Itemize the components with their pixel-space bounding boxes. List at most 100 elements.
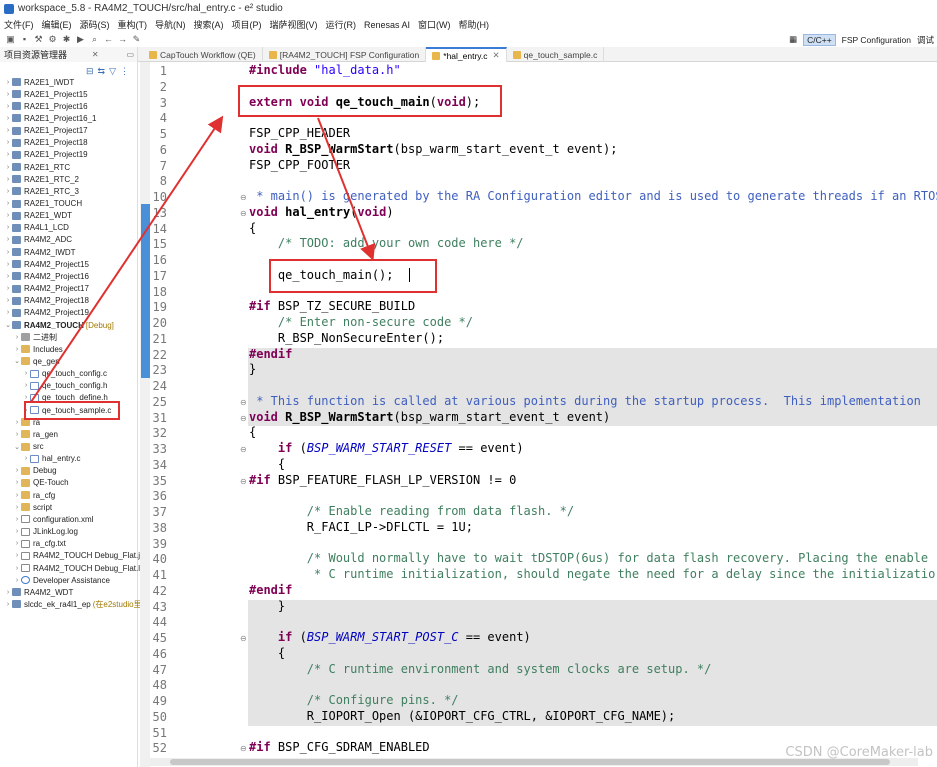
- fold-icon[interactable]: ⊖: [240, 193, 247, 202]
- chevron-right-icon[interactable]: ›: [4, 164, 12, 171]
- tree-item[interactable]: › slcdc_ek_ra4l1_ep (在e2studio里: [0, 598, 142, 610]
- code-line[interactable]: /* Enable reading from data flash. */: [249, 503, 574, 519]
- chevron-right-icon[interactable]: ›: [4, 285, 12, 292]
- save-icon[interactable]: ▪: [20, 34, 29, 44]
- close-icon[interactable]: ✕: [92, 50, 99, 59]
- tree-item[interactable]: › ra_cfg.txt: [0, 538, 66, 550]
- code-line[interactable]: if (BSP_WARM_START_RESET == event): [249, 440, 524, 456]
- fold-icon[interactable]: ⊖: [240, 398, 247, 407]
- filter-icon[interactable]: ▽: [109, 66, 116, 77]
- forward-icon[interactable]: →: [118, 34, 127, 44]
- code-editor[interactable]: 1 #include "hal_data.h" 2 3 extern void qe_t…: [150, 62, 937, 767]
- chevron-right-icon[interactable]: ›: [13, 516, 21, 523]
- back-icon[interactable]: ←: [104, 34, 113, 44]
- tree-item[interactable]: › RA4M2_ADC: [0, 234, 72, 246]
- settings-icon[interactable]: ⚙: [48, 34, 57, 44]
- code-line[interactable]: void R_BSP_WarmStart(bsp_warm_start_even…: [249, 141, 617, 157]
- code-line[interactable]: /* C runtime environment and system cloc…: [249, 661, 712, 677]
- tree-item[interactable]: › RA4M2_Project18: [0, 295, 89, 307]
- chevron-right-icon[interactable]: ›: [13, 565, 21, 572]
- collapse-all-icon[interactable]: ⊟: [86, 66, 94, 77]
- scrollbar-thumb[interactable]: [170, 759, 890, 765]
- tree-item[interactable]: › RA2E1_IWDT: [0, 76, 74, 88]
- chevron-right-icon[interactable]: ›: [4, 151, 12, 158]
- tree-item[interactable]: › RA4L1_LCD: [0, 222, 69, 234]
- code-line[interactable]: #if BSP_CFG_SDRAM_ENABLED: [249, 739, 430, 755]
- tree-item[interactable]: › qe_touch_config.c: [0, 368, 107, 380]
- chevron-right-icon[interactable]: ›: [4, 79, 12, 86]
- build-icon[interactable]: ⚒: [34, 34, 43, 44]
- tree-item[interactable]: › RA2E1_Project17: [0, 125, 88, 137]
- code-line[interactable]: R_BSP_NonSecureEnter();: [249, 330, 444, 346]
- close-tab-icon[interactable]: ✕: [493, 50, 500, 61]
- chevron-right-icon[interactable]: ›: [4, 200, 12, 207]
- code-line[interactable]: {: [249, 645, 285, 661]
- code-line[interactable]: /* TODO: add your own code here */: [249, 235, 524, 251]
- code-line[interactable]: void hal_entry(void): [249, 204, 394, 220]
- tree-item[interactable]: › Developer Assistance: [0, 574, 110, 586]
- minimize-icon[interactable]: ▭: [126, 50, 134, 59]
- chevron-right-icon[interactable]: ›: [13, 419, 21, 426]
- chevron-right-icon[interactable]: ›: [13, 479, 21, 486]
- tree-item[interactable]: › ra_cfg: [0, 489, 55, 501]
- code-line[interactable]: /* Would normally have to wait tDSTOP(6u…: [249, 550, 928, 566]
- chevron-down-icon[interactable]: ⌄: [13, 357, 21, 365]
- fold-icon[interactable]: ⊖: [240, 744, 247, 753]
- code-line[interactable]: * C runtime initialization, should negat…: [249, 566, 935, 582]
- menu-item[interactable]: 编辑(E): [42, 18, 72, 31]
- fold-icon[interactable]: ⊖: [240, 634, 247, 643]
- chevron-right-icon[interactable]: ›: [4, 127, 12, 134]
- code-line[interactable]: FSP_CPP_FOOTER: [249, 157, 350, 173]
- code-line[interactable]: R_FACI_LP->DFLCTL = 1U;: [249, 519, 473, 535]
- editor-tab[interactable]: [RA4M2_TOUCH] FSP Configuration: [263, 47, 427, 62]
- project-explorer-tab[interactable]: 项目资源管理器 ✕ ▭: [0, 47, 138, 62]
- menu-item[interactable]: 瑞萨视图(V): [270, 18, 318, 31]
- tree-item[interactable]: › JLinkLog.log: [0, 526, 78, 538]
- chevron-right-icon[interactable]: ›: [4, 309, 12, 316]
- chevron-right-icon[interactable]: ›: [4, 589, 12, 596]
- editor-tab[interactable]: qe_touch_sample.c: [507, 47, 605, 62]
- menu-item[interactable]: 运行(R): [326, 18, 357, 31]
- code-line[interactable]: * main() is generated by the RA Configur…: [249, 188, 937, 204]
- tree-item[interactable]: › RA4M2_WDT: [0, 586, 74, 598]
- tree-item[interactable]: › RA2E1_WDT: [0, 210, 72, 222]
- code-line[interactable]: * This function is called at various poi…: [249, 393, 921, 409]
- chevron-right-icon[interactable]: ›: [4, 176, 12, 183]
- tree-item[interactable]: › Includes: [0, 343, 63, 355]
- link-editor-icon[interactable]: ⇆: [98, 66, 106, 77]
- chevron-down-icon[interactable]: ⌄: [13, 443, 21, 451]
- tree-item[interactable]: › RA4M2_Project19: [0, 307, 89, 319]
- chevron-right-icon[interactable]: ›: [22, 382, 30, 389]
- chevron-right-icon[interactable]: ›: [13, 492, 21, 499]
- code-line[interactable]: void R_BSP_WarmStart(bsp_warm_start_even…: [249, 409, 610, 425]
- code-line[interactable]: #if BSP_FEATURE_FLASH_LP_VERSION != 0: [249, 472, 516, 488]
- chevron-right-icon[interactable]: ›: [4, 236, 12, 243]
- chevron-down-icon[interactable]: ⌄: [4, 321, 12, 329]
- tree-item[interactable]: › RA4M2_TOUCH Debug_Flat.l: [0, 562, 140, 574]
- code-line[interactable]: }: [249, 361, 256, 377]
- tree-item[interactable]: › RA2E1_Project16_1: [0, 112, 97, 124]
- menu-item[interactable]: 项目(P): [232, 18, 262, 31]
- perspective-fsp[interactable]: FSP Configuration: [842, 35, 911, 45]
- chevron-right-icon[interactable]: ›: [4, 91, 12, 98]
- code-line[interactable]: #if BSP_TZ_SECURE_BUILD: [249, 298, 415, 314]
- fold-icon[interactable]: ⊖: [240, 209, 247, 218]
- search-icon[interactable]: ⌕: [90, 34, 99, 44]
- tree-item[interactable]: › qe_touch_config.h: [0, 380, 108, 392]
- chevron-right-icon[interactable]: ›: [13, 346, 21, 353]
- tree-item[interactable]: › QE-Touch: [0, 477, 69, 489]
- chevron-right-icon[interactable]: ›: [4, 212, 12, 219]
- chevron-right-icon[interactable]: ›: [22, 455, 30, 462]
- code-line[interactable]: #include "hal_data.h": [249, 62, 401, 78]
- menu-item[interactable]: 帮助(H): [459, 18, 490, 31]
- tree-item[interactable]: ⌄ src: [0, 441, 44, 453]
- tree-item[interactable]: › RA4M2_Project15: [0, 258, 89, 270]
- tree-item[interactable]: › RA2E1_RTC_2: [0, 173, 79, 185]
- chevron-right-icon[interactable]: ›: [4, 297, 12, 304]
- editor-tab[interactable]: CapTouch Workflow (QE): [143, 47, 263, 62]
- chevron-right-icon[interactable]: ›: [4, 115, 12, 122]
- tree-item[interactable]: › RA2E1_TOUCH: [0, 198, 82, 210]
- tree-item[interactable]: › RA2E1_RTC_3: [0, 185, 79, 197]
- chevron-right-icon[interactable]: ›: [13, 334, 21, 341]
- new-icon[interactable]: ▣: [6, 34, 15, 44]
